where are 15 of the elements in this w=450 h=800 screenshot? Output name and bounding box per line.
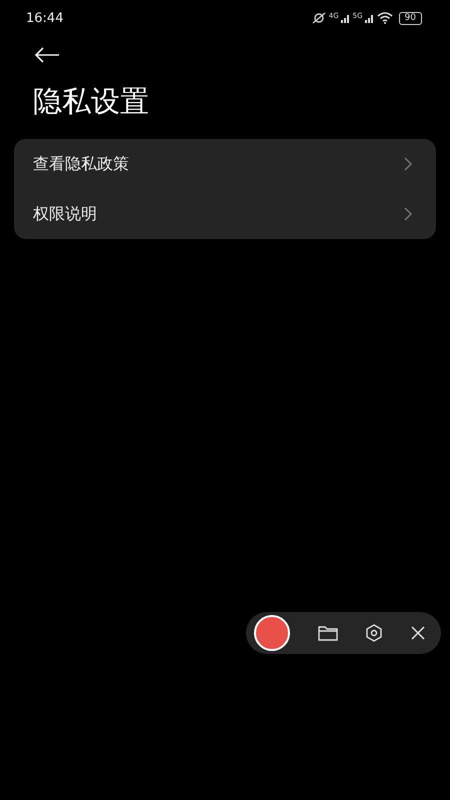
- menu-item[interactable]: 查看隐私政策: [14, 139, 436, 189]
- folder-icon[interactable]: [318, 625, 338, 641]
- wifi-icon: [376, 12, 393, 24]
- chevron-icon: [404, 207, 412, 221]
- battery-level: 90: [398, 12, 422, 24]
- record-button[interactable]: [254, 615, 290, 651]
- signal-icon: [364, 13, 375, 23]
- page-title: 隐私设置: [33, 83, 150, 120]
- status-time: 16:44: [26, 10, 64, 26]
- settings-icon[interactable]: [365, 624, 384, 642]
- back-arrow-icon[interactable]: [34, 47, 60, 63]
- menu-item[interactable]: 权限说明: [14, 189, 436, 239]
- chevron-icon: [404, 157, 412, 171]
- close-icon[interactable]: [410, 626, 425, 640]
- signal-icon: [340, 13, 351, 23]
